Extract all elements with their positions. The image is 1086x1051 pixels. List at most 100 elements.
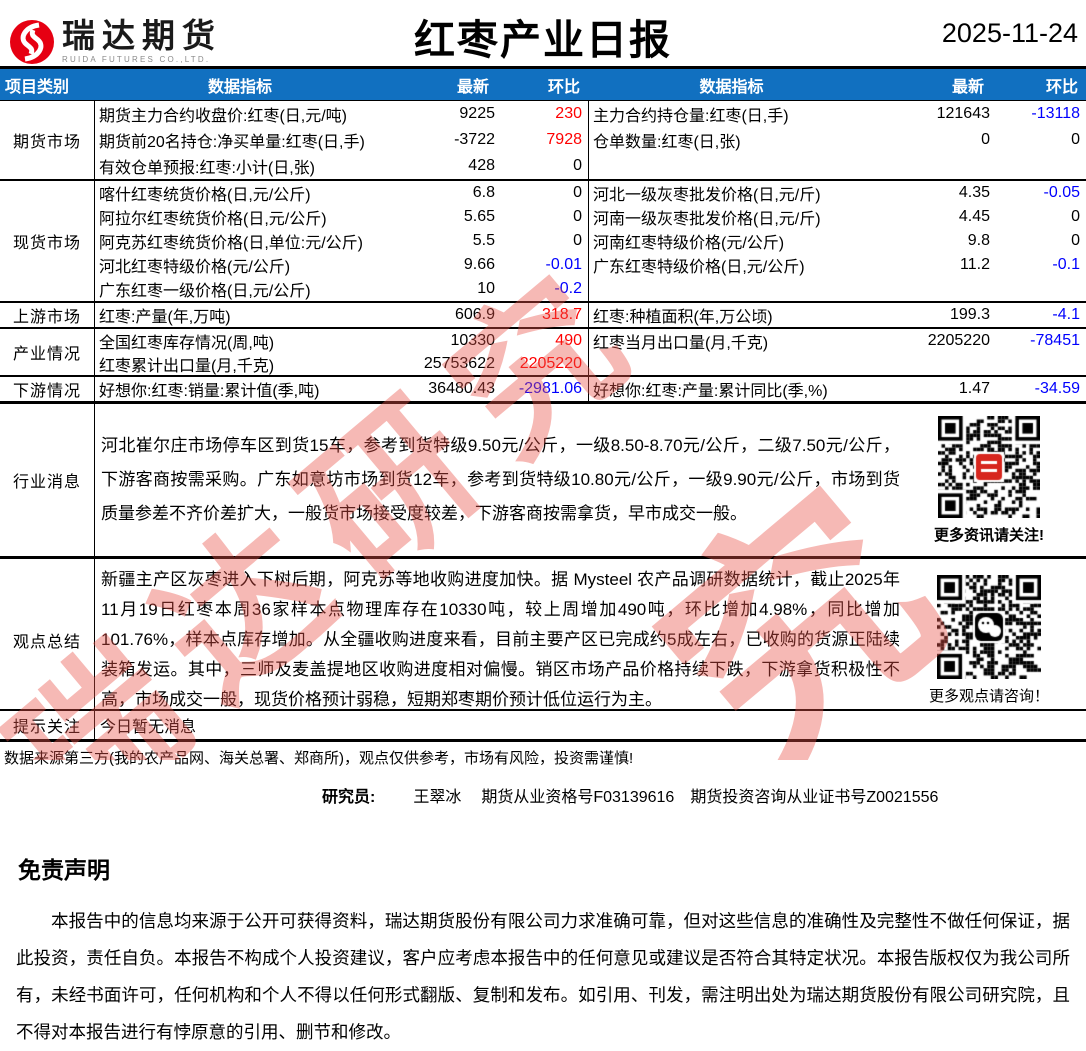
masthead: 瑞达期货 RUIDA FUTURES CO.,LTD. 红枣产业日报 2025-… bbox=[0, 0, 1086, 66]
column-header-change-right: 环比 bbox=[1045, 78, 1078, 96]
category-label: 期货市场 bbox=[0, 101, 95, 179]
tips-text: 今日暂无消息 bbox=[100, 719, 197, 736]
change-value: -78451 bbox=[1030, 331, 1080, 349]
news-qr-caption: 更多资讯请关注! bbox=[934, 526, 1044, 544]
indicator-label bbox=[588, 277, 875, 301]
change-value: 230 bbox=[555, 105, 582, 122]
latest-value: -3722 bbox=[454, 131, 495, 148]
latest-value: 36480.43 bbox=[428, 380, 495, 397]
indicator-label: 广东红枣特级价格(日,元/公斤) bbox=[588, 253, 875, 277]
change-value bbox=[1000, 277, 1086, 301]
latest-value: 0 bbox=[981, 131, 990, 148]
latest-value: 2205220 bbox=[927, 331, 990, 349]
change-value: -0.05 bbox=[1043, 184, 1080, 201]
latest-value: 1.47 bbox=[958, 380, 990, 397]
table-section: 下游情况 好想你:红枣:销量:累计值(季,吨) 36480.43 -2981.06 好想… bbox=[0, 375, 1086, 401]
indicator-label: 好想你:红枣:销量:累计值(季,吨) bbox=[99, 383, 320, 400]
column-header-latest-left: 最新 bbox=[456, 78, 489, 96]
researcher-qualification: 期货从业资格号F03139616 bbox=[481, 789, 675, 806]
indicator-label: 好想你:红枣:产量:累计同比(季,%) bbox=[588, 377, 875, 401]
latest-value: 11.2 bbox=[960, 256, 990, 273]
indicator-label bbox=[588, 352, 875, 375]
change-value: -4.1 bbox=[1052, 306, 1080, 323]
researcher-line: 研究员: 王翠冰 期货从业资格号F03139616 期货投资咨询从业证书号Z00… bbox=[0, 783, 1086, 807]
viewpoint-summary-content: 新疆主产区灰枣进入下树后期，阿克苏等地收购进度加快。据 Mysteel 农产品调… bbox=[95, 559, 1086, 721]
indicator-label: 阿克苏红枣统货价格(日,单位:元/公斤) bbox=[99, 235, 363, 252]
news-qr-block: 更多资讯请关注! bbox=[910, 415, 1086, 545]
column-header-indicator-left: 数据指标 bbox=[207, 78, 272, 96]
latest-value: 428 bbox=[468, 157, 495, 174]
change-value: 490 bbox=[555, 331, 582, 349]
page-title: 红枣产业日报 bbox=[414, 17, 672, 63]
researcher-advisory-cert: 期货投资咨询从业证书号Z0021556 bbox=[690, 789, 939, 806]
industry-news-text: 河北崔尔庄市场停车区到货15车，参考到货特级9.50元/公斤，一级8.50-8.… bbox=[101, 436, 900, 523]
indicator-label: 仓单数量:红枣(日,张) bbox=[588, 127, 875, 153]
summary-qr-caption: 更多观点请咨询！ bbox=[928, 688, 1049, 705]
category-label: 下游情况 bbox=[0, 377, 95, 401]
change-value bbox=[1000, 153, 1086, 179]
report-date: 2025-11-24 bbox=[941, 18, 1078, 48]
indicator-label: 红枣累计出口量(月,千克) bbox=[99, 357, 275, 375]
category-label: 现货市场 bbox=[0, 181, 95, 301]
table-section: 期货市场 期货主力合约收盘价:红枣(日,元/吨) 9225 230 主力合约持仓量:红枣… bbox=[0, 100, 1086, 179]
change-value: -34.59 bbox=[1034, 380, 1080, 397]
indicator-label: 红枣当月出口量(月,千克) bbox=[588, 329, 875, 352]
researcher-label: 研究员: bbox=[322, 789, 376, 806]
latest-value: 5.5 bbox=[472, 232, 495, 249]
indicator-label: 喀什红枣统货价格(日,元/公斤) bbox=[99, 187, 311, 204]
latest-value: 25753622 bbox=[423, 354, 495, 372]
data-source-note: 数据来源第三方(我的农产品网、海关总署、郑商所)，观点仅供参考，市场有风险，投资… bbox=[4, 750, 634, 767]
change-value: -0.1 bbox=[1052, 256, 1080, 273]
latest-value bbox=[875, 352, 1000, 375]
disclaimer-section: 免责声明 本报告中的信息均来源于公开可获得资料，瑞达期货股份有限公司力求准确可靠… bbox=[0, 851, 1086, 1051]
change-value: 0 bbox=[573, 184, 582, 201]
table-section: 产业情况 全国红枣库存情况(周,吨) 10330 490 红枣当月出口量(月,千克) 22… bbox=[0, 327, 1086, 375]
indicator-label: 广东红枣一级价格(日,元/公斤) bbox=[99, 283, 311, 300]
change-value: 0 bbox=[1071, 131, 1080, 148]
indicator-label bbox=[588, 153, 875, 179]
report-page: 瑞达期货 RUIDA FUTURES CO.,LTD. 红枣产业日报 2025-… bbox=[0, 0, 1086, 1042]
latest-value: 6.8 bbox=[472, 184, 495, 201]
industry-news-content: 河北崔尔庄市场停车区到货15车，参考到货特级9.50元/公斤，一级8.50-8.… bbox=[95, 404, 1086, 556]
indicator-label: 期货前20名持仓:净买单量:红枣(日,手) bbox=[99, 134, 365, 151]
column-header-latest-right: 最新 bbox=[951, 78, 984, 96]
indicator-label: 主力合约持仓量:红枣(日,手) bbox=[588, 101, 875, 127]
summary-qr-block: 更多观点请咨询！ bbox=[910, 574, 1086, 706]
latest-value: 9.66 bbox=[463, 256, 495, 273]
latest-value: 606.9 bbox=[454, 306, 495, 323]
viewpoint-summary-text: 新疆主产区灰枣进入下树后期，阿克苏等地收购进度加快。据 Mysteel 农产品调… bbox=[101, 570, 900, 709]
table-section: 现货市场 喀什红枣统货价格(日,元/公斤) 6.8 0 河北一级灰枣批发价格(日,元/斤… bbox=[0, 179, 1086, 301]
latest-value: 4.45 bbox=[958, 208, 990, 225]
column-header-change-left: 环比 bbox=[547, 78, 580, 96]
category-label: 产业情况 bbox=[0, 329, 95, 375]
latest-value bbox=[875, 277, 1000, 301]
indicator-label: 河北一级灰枣批发价格(日,元/斤) bbox=[588, 181, 875, 205]
disclaimer-heading: 免责声明 bbox=[18, 857, 110, 883]
section-viewpoint-summary: 观点总结 新疆主产区灰枣进入下树后期，阿克苏等地收购进度加快。据 Mysteel… bbox=[0, 556, 1086, 721]
change-value: -0.2 bbox=[554, 280, 582, 297]
latest-value: 10330 bbox=[450, 331, 496, 349]
change-value: 0 bbox=[1071, 232, 1080, 249]
table-section: 上游市场 红枣:产量(年,万吨) 606.9 318.7 红枣:种植面积(年,万公顷) 1… bbox=[0, 301, 1086, 327]
change-value: 318.7 bbox=[541, 306, 582, 323]
data-sections: 期货市场 期货主力合约收盘价:红枣(日,元/吨) 9225 230 主力合约持仓量:红枣… bbox=[0, 100, 1086, 401]
category-label: 行业消息 bbox=[0, 404, 95, 556]
latest-value: 10 bbox=[477, 280, 495, 297]
indicator-label: 有效仓单预报:红枣:小计(日,张) bbox=[99, 160, 315, 177]
indicator-label: 期货主力合约收盘价:红枣(日,元/吨) bbox=[99, 108, 347, 125]
latest-value: 9225 bbox=[459, 105, 495, 122]
indicator-label: 红枣:种植面积(年,万公顷) bbox=[588, 303, 875, 327]
indicator-label: 红枣:产量(年,万吨) bbox=[99, 309, 231, 326]
change-value: -13118 bbox=[1031, 105, 1080, 122]
category-label: 观点总结 bbox=[0, 559, 95, 721]
latest-value: 5.65 bbox=[463, 208, 495, 225]
change-value: 2205220 bbox=[519, 354, 582, 372]
section-tips: 提示关注 今日暂无消息 bbox=[0, 709, 1086, 742]
section-industry-news: 行业消息 河北崔尔庄市场停车区到货15车，参考到货特级9.50元/公斤，一级8.… bbox=[0, 401, 1086, 556]
indicator-label: 河南红枣特级价格(元/公斤) bbox=[588, 229, 875, 253]
researcher-name: 王翠冰 bbox=[413, 789, 462, 806]
change-value: 0 bbox=[573, 232, 582, 249]
indicator-label: 阿拉尔红枣统货价格(日,元/公斤) bbox=[99, 211, 327, 228]
latest-value: 199.3 bbox=[949, 306, 990, 323]
column-header-category: 项目类别 bbox=[5, 78, 70, 96]
